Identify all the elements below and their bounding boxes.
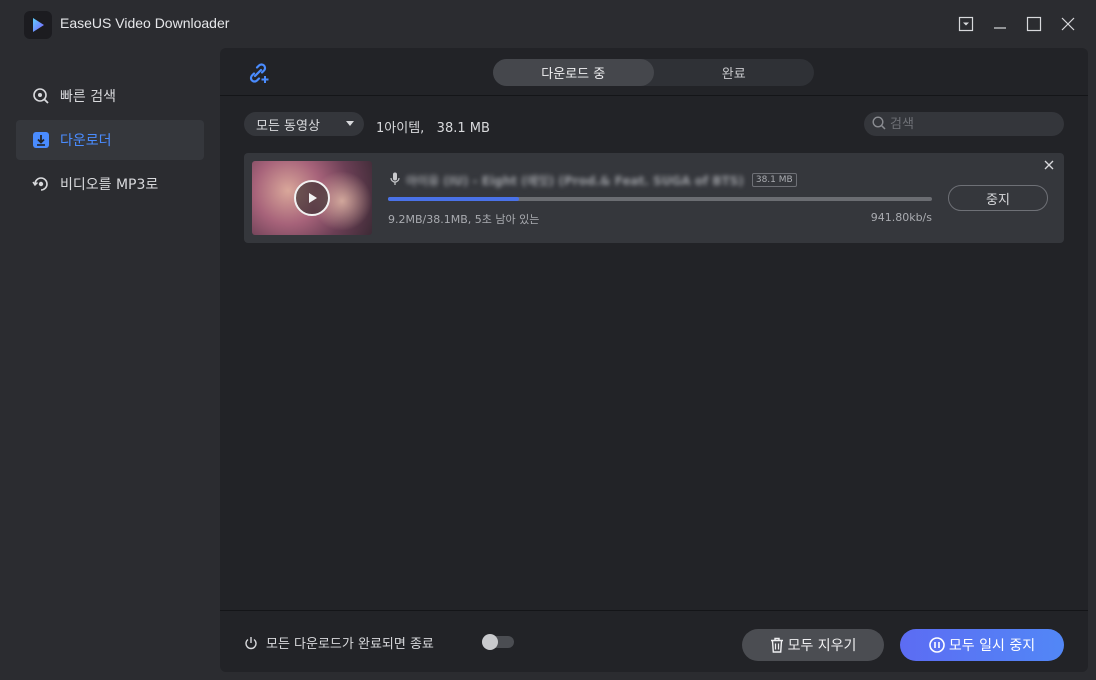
dropdown-menu-icon[interactable] xyxy=(954,12,978,36)
tab-downloading[interactable]: 다운로드 중 xyxy=(493,59,654,86)
video-title: 아이유 (IU) - Eight (에잇) (Prod.& Feat. SUGA… xyxy=(406,173,744,188)
size-badge: 38.1 MB xyxy=(751,173,797,187)
main-topbar: 다운로드 중 완료 xyxy=(220,48,1088,96)
video-thumbnail[interactable] xyxy=(252,161,372,235)
auto-shutdown-toggle[interactable] xyxy=(482,634,514,650)
title-bar: EaseUS Video Downloader xyxy=(0,0,1096,48)
filter-select-value: 모든 동영상 xyxy=(256,118,320,134)
video-to-mp3-icon xyxy=(32,175,50,193)
app-window: EaseUS Video Downloader 빠른 검색 다운로더 비디오를 … xyxy=(0,0,1096,680)
item-count: 1아이템, 38.1 MB xyxy=(376,121,490,136)
pause-all-button[interactable]: 모두 일시 중지 xyxy=(900,629,1064,661)
tab-completed[interactable]: 완료 xyxy=(654,59,815,86)
app-logo-icon xyxy=(24,11,52,39)
download-progress-fill xyxy=(388,197,519,201)
add-link-icon[interactable] xyxy=(246,61,270,85)
close-icon[interactable] xyxy=(1056,12,1080,36)
filter-bar: 모든 동영상 1아이템, 38.1 MB xyxy=(220,96,1088,152)
footer-bar: 모든 다운로드가 완료되면 종료 모두 지우기 모두 일시 중지 xyxy=(220,610,1088,672)
toggle-knob xyxy=(482,634,498,650)
search-icon xyxy=(872,115,886,134)
maximize-icon[interactable] xyxy=(1022,12,1046,36)
microphone-icon xyxy=(390,171,400,190)
sidebar: 빠른 검색 다운로더 비디오를 MP3로 xyxy=(0,48,220,680)
auto-shutdown-label: 모든 다운로드가 완료되면 종료 xyxy=(266,637,434,652)
sidebar-item-quick-search[interactable]: 빠른 검색 xyxy=(16,76,204,116)
clear-all-button[interactable]: 모두 지우기 xyxy=(742,629,884,661)
search-input[interactable] xyxy=(890,116,1050,132)
pause-all-label: 모두 일시 중지 xyxy=(948,638,1036,654)
video-filter-select[interactable]: 모든 동영상 xyxy=(244,112,364,136)
pause-icon xyxy=(929,637,945,653)
sidebar-item-label: 다운로더 xyxy=(60,133,112,149)
play-icon[interactable] xyxy=(294,180,330,216)
remove-item-icon[interactable] xyxy=(1042,158,1056,172)
main-panel: 다운로드 중 완료 모든 동영상 1아이템, 38.1 MB 검색 아이유 (I… xyxy=(220,48,1088,672)
power-icon xyxy=(244,636,258,650)
download-item: 아이유 (IU) - Eight (에잇) (Prod.& Feat. SUGA… xyxy=(244,153,1064,243)
download-speed: 941.80kb/s xyxy=(870,211,932,224)
sidebar-item-label: 빠른 검색 xyxy=(60,89,116,105)
downloader-icon xyxy=(32,131,50,149)
auto-shutdown-option: 모든 다운로드가 완료되면 종료 xyxy=(244,633,434,652)
quick-search-icon xyxy=(32,87,50,105)
download-progress-bar xyxy=(388,197,932,201)
tab-group: 다운로드 중 완료 xyxy=(493,59,814,86)
search-box[interactable] xyxy=(864,112,1064,136)
stop-button[interactable]: 중지 xyxy=(948,185,1048,211)
sidebar-item-video-to-mp3[interactable]: 비디오를 MP3로 xyxy=(16,164,204,204)
clear-all-label: 모두 지우기 xyxy=(787,638,857,654)
minimize-icon[interactable] xyxy=(988,12,1012,36)
sidebar-item-label: 비디오를 MP3로 xyxy=(60,177,159,193)
trash-icon xyxy=(770,637,784,653)
chevron-down-icon xyxy=(346,121,354,126)
progress-status: 9.2MB/38.1MB, 5초 남아 있는 xyxy=(388,213,540,226)
app-title: EaseUS Video Downloader xyxy=(60,15,230,31)
sidebar-item-downloader[interactable]: 다운로더 xyxy=(16,120,204,160)
video-title-row: 아이유 (IU) - Eight (에잇) (Prod.& Feat. SUGA… xyxy=(390,171,797,189)
